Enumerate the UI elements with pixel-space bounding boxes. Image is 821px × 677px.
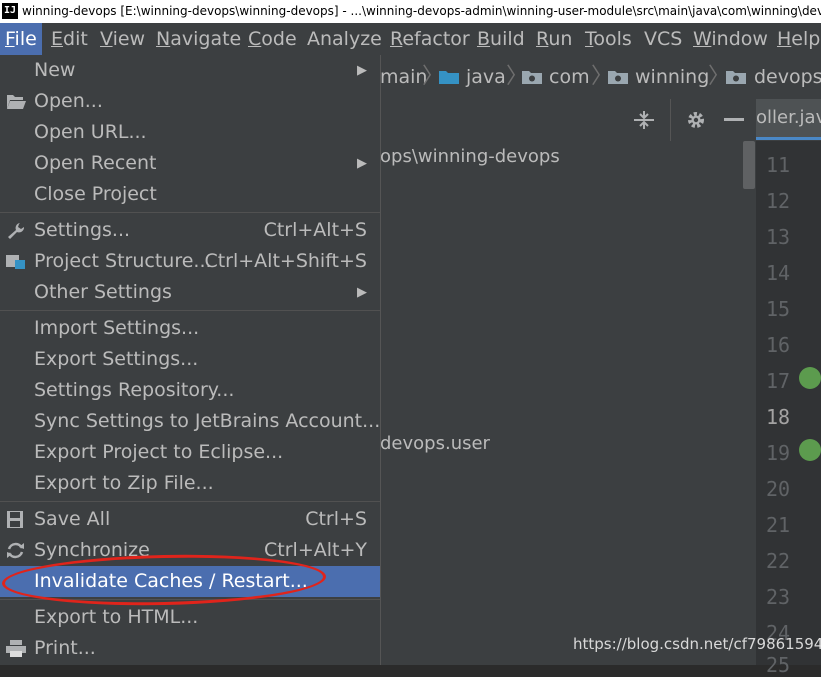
line-number: 11 [766, 153, 791, 177]
line-number: 22 [766, 549, 791, 573]
tree-node-package[interactable]: devops.user [380, 433, 490, 454]
menu-edit[interactable]: Edit [46, 23, 93, 55]
spring-bean-icon[interactable] [799, 367, 821, 389]
menu-item-export-to-html[interactable]: Export to HTML... [0, 602, 380, 633]
line-number: 12 [766, 189, 791, 213]
menu-item-sync-settings[interactable]: Sync Settings to JetBrains Account... [0, 406, 380, 437]
menu-analyze[interactable]: Analyze [302, 23, 387, 55]
menu-item-import-settings[interactable]: Import Settings... [0, 313, 380, 344]
file-menu-dropdown: New ▶ Open... Open URL... Open Recent ▶ … [0, 55, 381, 665]
breadcrumb-item-java[interactable]: java [466, 55, 506, 99]
line-number: 16 [766, 333, 791, 357]
minimize-icon[interactable] [724, 118, 744, 122]
menu-item-new[interactable]: New ▶ [0, 55, 380, 86]
project-panel-header [380, 99, 756, 142]
menu-item-save-all[interactable]: Save All Ctrl+S [0, 504, 380, 535]
line-number: 25 [766, 653, 791, 677]
menu-file[interactable]: File [0, 23, 42, 55]
menu-item-open-url[interactable]: Open URL... [0, 117, 380, 148]
menu-item-export-to-eclipse[interactable]: Export Project to Eclipse... [0, 437, 380, 468]
editor-gutter: 11 12 13 14 15 16 17 18 19 20 21 22 23 2… [756, 141, 821, 677]
sync-icon [7, 542, 24, 559]
editor-tab[interactable]: oller.java [756, 99, 821, 140]
spring-bean-icon[interactable] [799, 439, 821, 461]
tree-node-project-root[interactable]: ops\winning-devops [380, 146, 560, 167]
watermark: https://blog.csdn.net/cf798615946 [573, 635, 821, 653]
breadcrumb: main 〉 java 〉 com 〉 winning 〉 devops [380, 55, 821, 99]
menu-separator [0, 310, 380, 311]
menu-separator [0, 599, 380, 600]
folder-open-icon [7, 95, 26, 109]
line-number: 21 [766, 513, 791, 537]
tree-scrollbar[interactable] [743, 141, 755, 189]
menu-help[interactable]: Help [772, 23, 821, 55]
breadcrumb-item-winning[interactable]: winning [635, 55, 709, 99]
menu-item-synchronize[interactable]: Synchronize Ctrl+Alt+Y [0, 535, 380, 566]
menu-tools[interactable]: Tools [580, 23, 637, 55]
menu-item-project-structure[interactable]: Project Structure... Ctrl+Alt+Shift+S [0, 246, 380, 277]
menu-item-invalidate-caches[interactable]: Invalidate Caches / Restart... [0, 566, 380, 597]
project-tree: ops\winning-devops devops.user [380, 141, 756, 665]
print-icon [6, 640, 26, 657]
menu-refactor[interactable]: Refactor [385, 23, 475, 55]
line-number: 19 [766, 441, 791, 465]
menu-item-other-settings[interactable]: Other Settings ▶ [0, 277, 380, 308]
line-number: 23 [766, 585, 791, 609]
menu-item-settings-repository[interactable]: Settings Repository... [0, 375, 380, 406]
menu-separator [0, 501, 380, 502]
gear-icon[interactable] [685, 109, 707, 131]
breadcrumb-item-devops[interactable]: devops [754, 55, 821, 99]
menu-build[interactable]: Build [472, 23, 530, 55]
collapse-all-icon[interactable] [632, 110, 656, 130]
menu-code[interactable]: Code [243, 23, 302, 55]
menu-item-open[interactable]: Open... [0, 86, 380, 117]
editor-tab-bar: oller.java [756, 99, 821, 141]
window-title: winning-devops [E:\winning-devops\winnin… [22, 4, 821, 18]
package-folder-icon [726, 71, 746, 84]
project-structure-icon [6, 255, 25, 269]
menu-item-settings[interactable]: Settings... Ctrl+Alt+S [0, 215, 380, 246]
breadcrumb-item-com[interactable]: com [549, 55, 590, 99]
line-number: 13 [766, 225, 791, 249]
menu-run[interactable]: Run [531, 23, 577, 55]
submenu-arrow-icon: ▶ [357, 156, 367, 171]
window-title-bar: IJ winning-devops [E:\winning-devops\win… [0, 0, 821, 23]
save-icon [7, 511, 23, 528]
menu-item-open-recent[interactable]: Open Recent ▶ [0, 148, 380, 179]
menu-bar: File Edit View Navigate Code Analyze Ref… [0, 23, 821, 55]
intellij-app-icon: IJ [2, 3, 18, 19]
line-number: 15 [766, 297, 791, 321]
wrench-icon [8, 223, 25, 239]
line-number: 17 [766, 369, 791, 393]
menu-view[interactable]: View [95, 23, 150, 55]
source-folder-icon [439, 71, 459, 84]
menu-separator [0, 212, 380, 213]
menu-item-export-to-zip[interactable]: Export to Zip File... [0, 468, 380, 499]
menu-vcs[interactable]: VCS [639, 23, 687, 55]
menu-item-print[interactable]: Print... [0, 633, 380, 664]
package-folder-icon [608, 71, 628, 84]
menu-item-close-project[interactable]: Close Project [0, 179, 380, 210]
breadcrumb-item-main[interactable]: main [380, 55, 427, 99]
line-number-current: 18 [766, 405, 791, 429]
line-number: 14 [766, 261, 791, 285]
submenu-arrow-icon: ▶ [357, 285, 367, 300]
menu-navigate[interactable]: Navigate [151, 23, 246, 55]
menu-window[interactable]: Window [688, 23, 773, 55]
package-folder-icon [522, 71, 542, 84]
line-number: 20 [766, 477, 791, 501]
submenu-arrow-icon: ▶ [357, 63, 367, 78]
menu-item-export-settings[interactable]: Export Settings... [0, 344, 380, 375]
